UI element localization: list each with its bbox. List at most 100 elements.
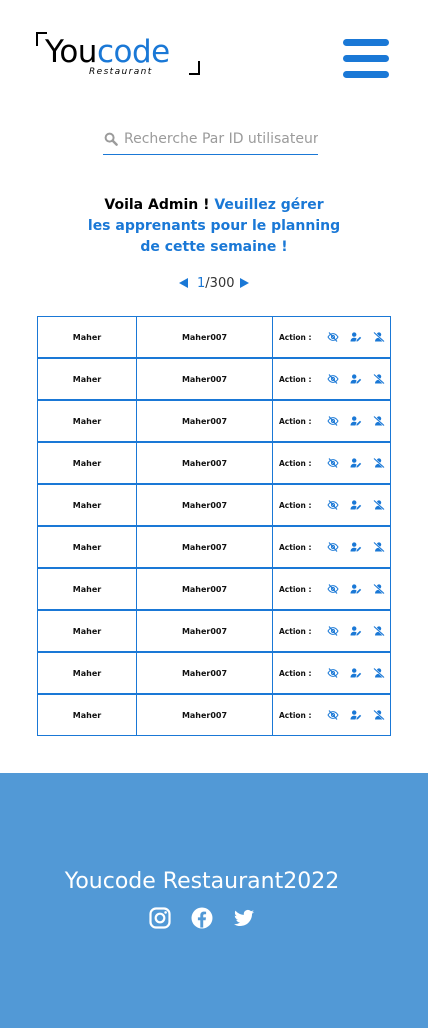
user-slash-icon[interactable] — [373, 542, 385, 552]
username-cell: Maher007 — [136, 400, 273, 442]
eye-slash-icon[interactable] — [327, 332, 339, 342]
action-label: Action : — [279, 374, 312, 384]
action-label: Action : — [279, 416, 312, 426]
eye-slash-icon[interactable] — [327, 500, 339, 510]
facebook-icon[interactable] — [190, 906, 214, 930]
greeting-admin: Voila Admin ! — [104, 197, 215, 213]
name-cell: Maher — [37, 526, 137, 568]
name-cell: Maher — [37, 610, 137, 652]
table-row: Maher Maher007 Action : — [37, 694, 391, 736]
eye-slash-icon[interactable] — [327, 542, 339, 552]
user-slash-icon[interactable] — [373, 374, 385, 384]
user-edit-icon[interactable] — [350, 542, 362, 552]
user-edit-icon[interactable] — [350, 374, 362, 384]
actions-cell: Action : — [272, 694, 391, 736]
user-slash-icon[interactable] — [373, 332, 385, 342]
table-row: Maher Maher007 Action : — [37, 316, 391, 358]
user-slash-icon[interactable] — [373, 668, 385, 678]
actions-cell: Action : — [272, 316, 391, 358]
username-cell: Maher007 — [136, 694, 273, 736]
username-cell: Maher007 — [136, 484, 273, 526]
eye-slash-icon[interactable] — [327, 626, 339, 636]
social-links — [148, 906, 258, 932]
username-cell: Maher007 — [136, 568, 273, 610]
table-row: Maher Maher007 Action : — [37, 652, 391, 694]
page-counter: 1/300 — [197, 276, 235, 292]
actions-cell: Action : — [272, 484, 391, 526]
eye-slash-icon[interactable] — [327, 416, 339, 426]
eye-slash-icon[interactable] — [327, 710, 339, 720]
user-slash-icon[interactable] — [373, 626, 385, 636]
action-label: Action : — [279, 710, 312, 720]
next-page-icon[interactable] — [240, 278, 249, 288]
user-slash-icon[interactable] — [373, 500, 385, 510]
eye-slash-icon[interactable] — [327, 584, 339, 594]
eye-slash-icon[interactable] — [327, 458, 339, 468]
action-label: Action : — [279, 584, 312, 594]
actions-cell: Action : — [272, 652, 391, 694]
users-table: Maher Maher007 Action : Maher Maher007 Action… — [37, 316, 391, 736]
action-label: Action : — [279, 668, 312, 678]
name-cell: Maher — [37, 568, 137, 610]
greeting-line-1: Veuillez gérer — [214, 197, 324, 213]
menu-bar — [343, 71, 389, 78]
instagram-icon[interactable] — [148, 906, 172, 930]
user-edit-icon[interactable] — [350, 332, 362, 342]
user-edit-icon[interactable] — [350, 710, 362, 720]
user-edit-icon[interactable] — [350, 668, 362, 678]
menu-bar — [343, 39, 389, 46]
greeting-message: Voila Admin ! Veuillez gérer les apprena… — [60, 195, 368, 258]
actions-cell: Action : — [272, 442, 391, 484]
actions-cell: Action : — [272, 568, 391, 610]
username-cell: Maher007 — [136, 652, 273, 694]
name-cell: Maher — [37, 652, 137, 694]
table-row: Maher Maher007 Action : — [37, 442, 391, 484]
user-edit-icon[interactable] — [350, 458, 362, 468]
actions-cell: Action : — [272, 610, 391, 652]
greeting-line-3: de cette semaine ! — [140, 239, 288, 255]
name-cell: Maher — [37, 484, 137, 526]
username-cell: Maher007 — [136, 442, 273, 484]
prev-page-icon[interactable] — [179, 278, 188, 288]
greeting-line-2: les apprenants pour le planning — [87, 218, 341, 234]
user-edit-icon[interactable] — [350, 500, 362, 510]
youcode-logo[interactable]: Youcode Restaurant — [36, 32, 200, 78]
username-cell: Maher007 — [136, 526, 273, 568]
name-cell: Maher — [37, 316, 137, 358]
logo-word-code: code — [96, 34, 170, 70]
user-slash-icon[interactable] — [373, 584, 385, 594]
username-cell: Maher007 — [136, 358, 273, 400]
user-edit-icon[interactable] — [350, 416, 362, 426]
user-slash-icon[interactable] — [373, 710, 385, 720]
search-input[interactable] — [124, 127, 318, 151]
user-edit-icon[interactable] — [350, 626, 362, 636]
action-label: Action : — [279, 542, 312, 552]
username-cell: Maher007 — [136, 316, 273, 358]
eye-slash-icon[interactable] — [327, 668, 339, 678]
twitter-icon[interactable] — [232, 906, 256, 930]
hamburger-menu-icon[interactable] — [343, 39, 389, 79]
username-cell: Maher007 — [136, 610, 273, 652]
table-row: Maher Maher007 Action : — [37, 484, 391, 526]
action-label: Action : — [279, 500, 312, 510]
logo-bracket-bottom-right — [189, 61, 200, 75]
eye-slash-icon[interactable] — [327, 374, 339, 384]
search-icon[interactable] — [104, 131, 118, 146]
user-slash-icon[interactable] — [373, 416, 385, 426]
name-cell: Maher — [37, 400, 137, 442]
actions-cell: Action : — [272, 400, 391, 442]
action-label: Action : — [279, 458, 312, 468]
header: Youcode Restaurant — [0, 0, 428, 110]
user-slash-icon[interactable] — [373, 458, 385, 468]
pagination: 1/300 — [176, 275, 256, 295]
name-cell: Maher — [37, 358, 137, 400]
total-pages: 300 — [209, 276, 235, 291]
table-row: Maher Maher007 Action : — [37, 610, 391, 652]
user-edit-icon[interactable] — [350, 584, 362, 594]
table-row: Maher Maher007 Action : — [37, 568, 391, 610]
menu-bar — [343, 55, 389, 62]
search-bar — [103, 124, 318, 155]
table-row: Maher Maher007 Action : — [37, 358, 391, 400]
action-label: Action : — [279, 332, 312, 342]
actions-cell: Action : — [272, 526, 391, 568]
